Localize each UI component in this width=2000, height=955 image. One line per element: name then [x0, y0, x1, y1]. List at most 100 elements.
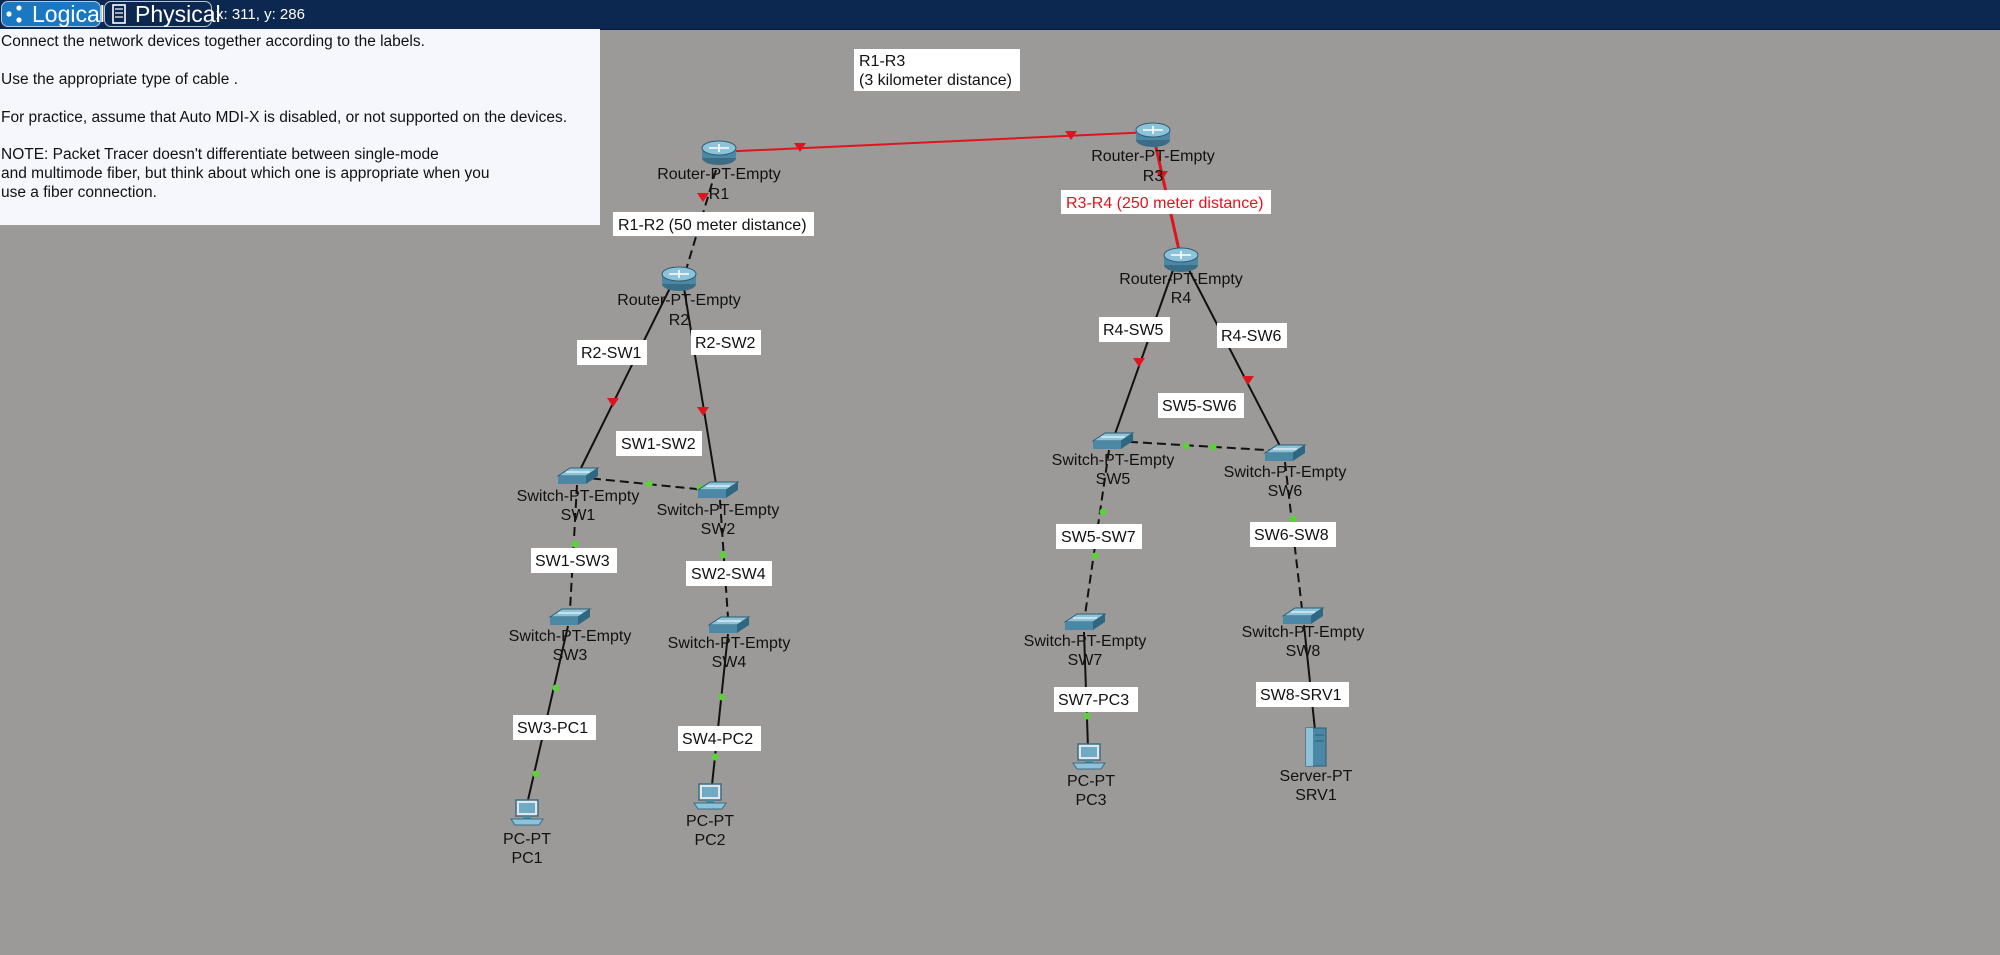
link-label-sw4-pc2[interactable]: SW4-PC2 [682, 731, 753, 748]
device-name: SW1 [561, 507, 596, 524]
device-name: R3 [1143, 168, 1164, 185]
device-type: Router-PT-Empty [657, 166, 781, 183]
device-type: Server-PT [1280, 768, 1353, 785]
link-label-sw2-sw4[interactable]: SW2-SW4 [691, 566, 766, 583]
router-r3[interactable]: Router-PT-Empty R3 [1091, 122, 1215, 185]
link-label-sw5-sw7[interactable]: SW5-SW7 [1061, 529, 1136, 546]
link-up-marker [1209, 443, 1217, 451]
link-up-marker [719, 551, 727, 559]
link-label-r2-sw2[interactable]: R2-SW2 [695, 335, 756, 352]
switch-sw8[interactable]: Switch-PT-Empty SW8 [1242, 607, 1365, 660]
device-type: Switch-PT-Empty [668, 635, 791, 652]
link-label-sw6-sw8[interactable]: SW6-SW8 [1254, 527, 1329, 544]
device-name: SW4 [712, 654, 747, 671]
pc-pc3[interactable]: PC-PT PC3 [1067, 743, 1115, 809]
device-type: Switch-PT-Empty [1024, 633, 1147, 650]
server-srv1[interactable]: Server-PT SRV1 [1280, 727, 1353, 804]
device-type: Switch-PT-Empty [657, 502, 780, 519]
switch-icon [1282, 607, 1324, 625]
link-up-marker [1182, 442, 1190, 450]
link-label-sw7-pc3[interactable]: SW7-PC3 [1058, 692, 1129, 709]
device-name: SW7 [1068, 652, 1103, 669]
link-down-marker [697, 407, 709, 416]
link-labels: R1-R3 (3 kilometer distance) R1-R2 (50 m… [513, 49, 1349, 751]
device-type: PC-PT [503, 831, 551, 848]
device-name: R4 [1171, 290, 1192, 307]
link-label-r1-r2[interactable]: R1-R2 (50 meter distance) [618, 217, 807, 234]
device-name: R2 [669, 312, 690, 329]
router-icon [661, 266, 697, 292]
link-label-r1-r3[interactable]: R1-R3 [859, 53, 905, 70]
switch-icon [549, 608, 591, 626]
switch-sw4[interactable]: Switch-PT-Empty SW4 [668, 616, 791, 671]
pc-icon [1072, 743, 1106, 770]
link-label-r2-sw1[interactable]: R2-SW1 [581, 345, 642, 362]
link-sw5-sw6[interactable] [1114, 440, 1284, 452]
switch-icon [1092, 432, 1134, 450]
switch-sw3[interactable]: Switch-PT-Empty SW3 [509, 608, 632, 664]
device-type: Router-PT-Empty [1119, 271, 1243, 288]
device-type: Switch-PT-Empty [517, 488, 640, 505]
device-name: SW2 [701, 521, 736, 538]
device-type: PC-PT [686, 813, 734, 830]
link-up-marker [645, 480, 653, 488]
link-up-marker [718, 693, 726, 701]
switch-icon [1264, 444, 1306, 462]
link-up-marker [1099, 508, 1107, 516]
switch-icon [708, 616, 750, 634]
link-up-marker [571, 540, 579, 548]
pc-icon [693, 783, 727, 810]
server-icon [1305, 727, 1327, 767]
link-label-r4-sw6[interactable]: R4-SW6 [1221, 328, 1282, 345]
link-label-sw1-sw2[interactable]: SW1-SW2 [621, 436, 696, 453]
device-name: R1 [709, 186, 730, 203]
link-label-sw5-sw6[interactable]: SW5-SW6 [1162, 398, 1237, 415]
router-icon [1135, 122, 1171, 148]
topology-canvas[interactable]: R1-R3 (3 kilometer distance) R1-R2 (50 m… [0, 0, 2000, 955]
link-up-marker [1083, 712, 1091, 720]
link-up-marker [532, 770, 540, 778]
device-type: Switch-PT-Empty [1242, 624, 1365, 641]
link-up-marker [1289, 515, 1297, 523]
link-down-marker [1242, 376, 1254, 385]
pc-icon [510, 799, 544, 826]
link-label-r4-sw5[interactable]: R4-SW5 [1103, 322, 1164, 339]
switch-sw7[interactable]: Switch-PT-Empty SW7 [1024, 613, 1147, 669]
router-icon [701, 140, 737, 166]
switch-sw1[interactable]: Switch-PT-Empty SW1 [517, 467, 640, 524]
device-type: PC-PT [1067, 773, 1115, 790]
device-type: Switch-PT-Empty [509, 628, 632, 645]
device-type: Router-PT-Empty [1091, 148, 1215, 165]
link-label-sw8-srv1[interactable]: SW8-SRV1 [1260, 687, 1342, 704]
link-up-marker [1091, 552, 1099, 560]
link-down-marker [607, 398, 619, 407]
link-label-r1-r3-distance[interactable]: (3 kilometer distance) [859, 72, 1012, 89]
switch-sw2[interactable]: Switch-PT-Empty SW2 [657, 481, 780, 538]
switch-sw6[interactable]: Switch-PT-Empty SW6 [1224, 444, 1347, 500]
switch-sw5[interactable]: Switch-PT-Empty SW5 [1052, 432, 1175, 488]
device-name: PC2 [694, 832, 725, 849]
router-r4[interactable]: Router-PT-Empty R4 [1119, 247, 1243, 307]
device-name: SW6 [1268, 483, 1303, 500]
link-r4-sw6[interactable] [1188, 269, 1282, 449]
link-down-marker [1133, 358, 1145, 367]
device-name: PC3 [1075, 792, 1106, 809]
device-name: SW3 [553, 647, 588, 664]
link-label-sw1-sw3[interactable]: SW1-SW3 [535, 553, 610, 570]
router-r2[interactable]: Router-PT-Empty R2 [617, 266, 741, 329]
link-up-marker [711, 753, 719, 761]
switch-icon [1064, 613, 1106, 631]
link-up-marker [552, 684, 560, 692]
router-icon [1163, 247, 1199, 273]
link-label-sw3-pc1[interactable]: SW3-PC1 [517, 720, 588, 737]
switch-icon [697, 481, 739, 499]
device-name: SW5 [1096, 471, 1131, 488]
device-type: Switch-PT-Empty [1224, 464, 1347, 481]
link-label-r3-r4[interactable]: R3-R4 (250 meter distance) [1066, 195, 1263, 212]
device-name: SRV1 [1295, 787, 1337, 804]
device-name: SW8 [1286, 643, 1321, 660]
pc-pc1[interactable]: PC-PT PC1 [503, 799, 551, 867]
switch-icon [557, 467, 599, 485]
link-r1-r3[interactable] [717, 131, 1154, 153]
pc-pc2[interactable]: PC-PT PC2 [686, 783, 734, 849]
